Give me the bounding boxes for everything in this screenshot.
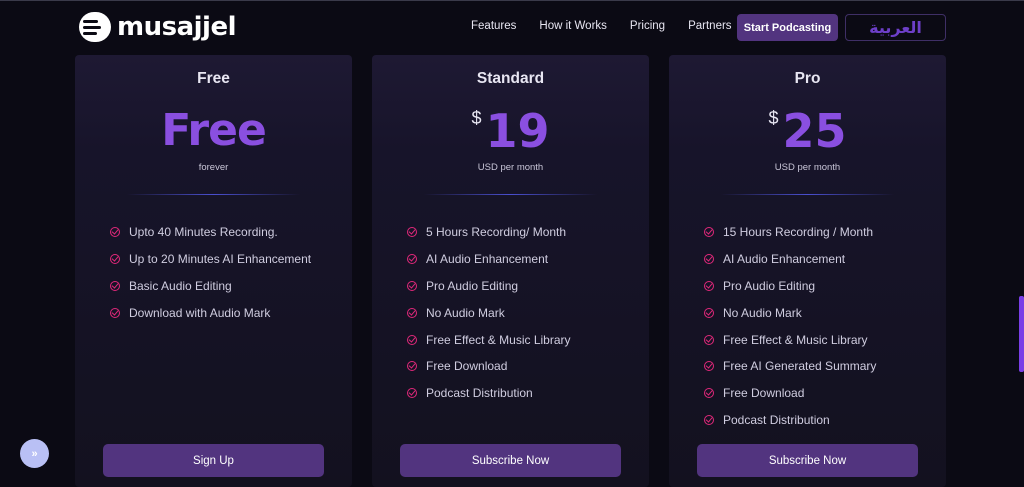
check-circle-icon xyxy=(407,280,417,291)
feature-item: Pro Audio Editing xyxy=(704,273,876,300)
check-circle-icon xyxy=(407,254,417,265)
brand-name: musajjel xyxy=(117,12,237,42)
subscribe-now-button[interactable]: Subscribe Now xyxy=(697,444,918,477)
feature-text: No Audio Mark xyxy=(723,305,802,320)
currency-symbol: $ xyxy=(471,108,482,128)
feature-text: AI Audio Enhancement xyxy=(426,252,549,267)
feature-text: Podcast Distribution xyxy=(723,412,830,427)
currency-symbol: $ xyxy=(768,108,779,128)
feature-item: No Audio Mark xyxy=(704,299,876,326)
feature-item: Upto 40 Minutes Recording. xyxy=(110,219,311,246)
nav-link-how-it-works[interactable]: How it Works xyxy=(539,20,607,32)
check-circle-icon xyxy=(704,254,714,265)
price-amount: 25 xyxy=(782,104,847,158)
plan-name: Pro xyxy=(794,70,821,87)
feature-item: 5 Hours Recording/ Month xyxy=(407,219,571,246)
feature-text: Free Download xyxy=(426,359,508,374)
start-podcasting-button[interactable]: Start Podcasting xyxy=(737,14,838,41)
feature-text: Pro Audio Editing xyxy=(426,278,519,293)
card-divider xyxy=(721,194,894,195)
feature-item: Podcast Distribution xyxy=(407,380,571,407)
check-circle-icon xyxy=(110,227,120,238)
check-circle-icon xyxy=(704,414,714,425)
check-circle-icon xyxy=(407,334,417,345)
feature-text: 15 Hours Recording / Month xyxy=(723,225,874,240)
check-circle-icon xyxy=(110,254,120,265)
feature-item: Free Effect & Music Library xyxy=(407,326,571,353)
feature-text: Podcast Distribution xyxy=(426,386,533,401)
feature-list: Upto 40 Minutes Recording. Up to 20 Minu… xyxy=(110,219,311,326)
double-chevron-right-icon: » xyxy=(31,447,38,460)
check-circle-icon xyxy=(704,307,714,318)
check-circle-icon xyxy=(407,307,417,318)
scrollbar-thumb[interactable] xyxy=(1019,296,1024,372)
feature-text: Free AI Generated Summary xyxy=(723,359,877,374)
feature-item: Podcast Distribution xyxy=(704,407,876,434)
feature-text: No Audio Mark xyxy=(426,305,505,320)
feature-text: Upto 40 Minutes Recording. xyxy=(129,225,278,240)
floating-chevron-button[interactable]: » xyxy=(20,439,49,468)
feature-text: Download with Audio Mark xyxy=(129,305,271,320)
price-amount: 19 xyxy=(485,104,550,158)
feature-text: Free Effect & Music Library xyxy=(426,332,571,347)
brand-logo[interactable]: musajjel xyxy=(79,12,237,42)
pricing-card-free: Free Free forever Upto 40 Minutes Record… xyxy=(75,55,352,487)
feature-item: Pro Audio Editing xyxy=(407,273,571,300)
feature-item: Up to 20 Minutes AI Enhancement xyxy=(110,246,311,273)
feature-item: AI Audio Enhancement xyxy=(704,246,876,273)
feature-text: Up to 20 Minutes AI Enhancement xyxy=(129,252,312,267)
feature-item: AI Audio Enhancement xyxy=(407,246,571,273)
price-amount: Free xyxy=(161,105,267,156)
plan-name: Free xyxy=(197,70,230,87)
feature-item: Download with Audio Mark xyxy=(110,299,311,326)
check-circle-icon xyxy=(407,227,417,238)
plan-price: Free xyxy=(75,103,352,159)
feature-text: Free Download xyxy=(723,386,805,401)
subscribe-now-button[interactable]: Subscribe Now xyxy=(400,444,621,477)
nav-link-partners[interactable]: Partners xyxy=(688,20,731,32)
site-header: musajjel Features How it Works Pricing P… xyxy=(0,0,1024,56)
musajjel-logo-icon xyxy=(79,12,111,42)
plan-price: $ 25 xyxy=(669,103,946,159)
check-circle-icon xyxy=(704,334,714,345)
feature-item: No Audio Mark xyxy=(407,299,571,326)
language-switch-button[interactable]: العربية xyxy=(845,14,946,41)
feature-text: Basic Audio Editing xyxy=(129,278,232,293)
pricing-card-pro: Pro $ 25 USD per month 15 Hours Recordin… xyxy=(669,55,946,487)
feature-item: Free AI Generated Summary xyxy=(704,353,876,380)
sign-up-button[interactable]: Sign Up xyxy=(103,444,324,477)
feature-item: Basic Audio Editing xyxy=(110,273,311,300)
check-circle-icon xyxy=(407,388,417,399)
check-circle-icon xyxy=(704,361,714,372)
main-nav: Features How it Works Pricing Partners xyxy=(471,20,755,32)
card-divider xyxy=(424,194,597,195)
nav-link-features[interactable]: Features xyxy=(471,20,516,32)
feature-list: 15 Hours Recording / Month AI Audio Enha… xyxy=(704,219,876,433)
feature-text: AI Audio Enhancement xyxy=(723,252,846,267)
feature-item: 15 Hours Recording / Month xyxy=(704,219,876,246)
feature-list: 5 Hours Recording/ Month AI Audio Enhanc… xyxy=(407,219,571,407)
plan-name: Standard xyxy=(476,70,545,87)
feature-item: Free Download xyxy=(407,353,571,380)
feature-text: Pro Audio Editing xyxy=(723,278,816,293)
pricing-card-standard: Standard $ 19 USD per month 5 Hours Reco… xyxy=(372,55,649,487)
price-period: forever xyxy=(198,162,229,173)
price-period: USD per month xyxy=(774,162,841,173)
feature-text: 5 Hours Recording/ Month xyxy=(426,225,567,240)
card-divider xyxy=(127,194,300,195)
check-circle-icon xyxy=(110,280,120,291)
nav-link-pricing[interactable]: Pricing xyxy=(630,20,665,32)
plan-price: $ 19 xyxy=(372,103,649,159)
check-circle-icon xyxy=(110,307,120,318)
check-circle-icon xyxy=(704,280,714,291)
check-circle-icon xyxy=(407,361,417,372)
check-circle-icon xyxy=(704,227,714,238)
feature-item: Free Download xyxy=(704,380,876,407)
feature-text: Free Effect & Music Library xyxy=(723,332,868,347)
feature-item: Free Effect & Music Library xyxy=(704,326,876,353)
check-circle-icon xyxy=(704,388,714,399)
price-period: USD per month xyxy=(477,162,544,173)
